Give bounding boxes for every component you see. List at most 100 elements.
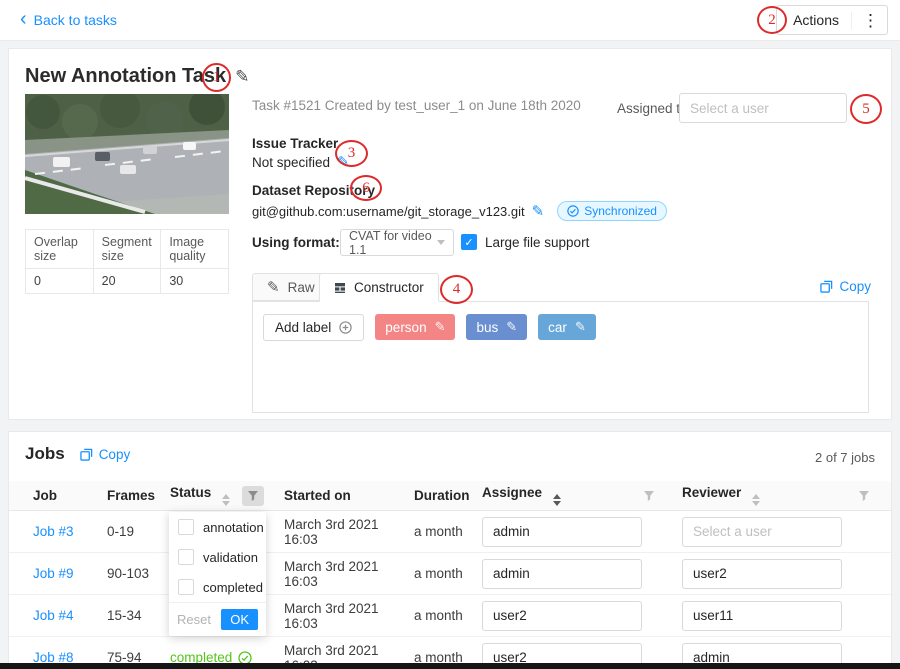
task-title-row: New Annotation Task ✎ [25,65,249,88]
add-label-button[interactable]: Add label [263,314,364,341]
job-link[interactable]: Job #9 [33,566,74,581]
edit-repository-icon[interactable]: ✎ [532,204,545,219]
status-filter-icon[interactable] [242,486,264,506]
duration-cell: a month [406,553,474,595]
tab-constructor-label: Constructor [354,280,424,295]
col-header-reviewer[interactable]: Reviewer [674,481,891,511]
filter-option-completed[interactable]: completed [169,572,266,602]
more-vertical-icon[interactable]: ⋮ [851,12,879,29]
filter-option-annotation[interactable]: annotation [169,512,266,542]
sync-status-text: Synchronized [584,204,657,218]
filter-reset-button[interactable]: Reset [177,612,211,627]
edit-label-car-icon[interactable]: ✎ [575,319,586,335]
col-header-started: Started on [276,481,406,511]
label-name-person: person [385,320,426,335]
pencil-icon: ✎ [267,280,280,295]
edit-label-bus-icon[interactable]: ✎ [506,319,517,335]
road-photo-illustration [25,94,229,214]
job-reviewer-input[interactable] [682,559,842,589]
job-link[interactable]: Job #4 [33,608,74,623]
tab-raw-label: Raw [288,280,315,295]
frames-cell: 90-103 [99,553,162,595]
task-details-card: New Annotation Task ✎ [8,48,892,420]
jobs-header: Jobs Copy [25,444,130,464]
job-row: Job #9 90-103 March 3rd 2021 16:03 a mon… [9,553,891,595]
large-file-checkbox[interactable]: ✓ [461,234,477,250]
param-value-overlap: 0 [26,269,94,294]
job-assignee-input[interactable] [482,559,642,589]
job-reviewer-input[interactable] [682,517,842,547]
filter-ok-button[interactable]: OK [221,609,258,630]
label-name-bus: bus [476,320,498,335]
col-header-job: Job [9,481,99,511]
task-params-table: Overlap size Segment size Image quality … [25,229,229,294]
copy-icon [820,280,833,293]
filter-option-validation[interactable]: validation [169,542,266,572]
sort-icon[interactable] [553,494,561,506]
issue-tracker-label: Issue Tracker [252,136,338,151]
duration-cell: a month [406,595,474,637]
tab-constructor[interactable]: Constructor [319,273,439,302]
started-cell: March 3rd 2021 16:03 [276,511,406,553]
started-cell: March 3rd 2021 16:03 [276,595,406,637]
dataset-repository-label: Dataset Repository [252,183,375,198]
checkbox-icon[interactable] [178,519,194,535]
task-assignee-select[interactable] [679,93,847,123]
jobs-table-header-row: Job Frames Status Started on Duration As… [9,481,891,511]
duration-cell: a month [406,511,474,553]
cvat-task-page: ‹ Back to tasks Actions ⋮ New Annotation… [0,0,900,669]
label-chip-car[interactable]: car ✎ [538,314,596,340]
col-header-assignee[interactable]: Assignee [474,481,674,511]
job-assignee-input[interactable] [482,601,642,631]
job-link[interactable]: Job #3 [33,524,74,539]
copy-labels-button[interactable]: Copy [820,279,871,294]
using-format-label: Using format: [252,235,340,250]
repository-url: git@github.com:username/git_storage_v123… [252,204,525,219]
started-cell: March 3rd 2021 16:03 [276,553,406,595]
job-row: Job #3 0-19 March 3rd 2021 16:03 a month [9,511,891,553]
bottom-edge [0,663,900,669]
issue-tracker-text: Not specified [252,155,330,170]
plus-circle-icon [339,321,352,334]
copy-icon [80,448,93,461]
label-chip-person[interactable]: person ✎ [375,314,455,340]
param-value-segment: 20 [93,269,161,294]
copy-jobs-button[interactable]: Copy [80,447,131,462]
chevron-left-icon: ‹ [20,9,27,29]
edit-task-name-icon[interactable]: ✎ [235,68,249,85]
frames-cell: 15-34 [99,595,162,637]
col-header-status[interactable]: Status [162,481,276,511]
task-meta: Task #1521 Created by test_user_1 on Jun… [252,98,581,113]
assignee-filter-icon[interactable] [638,486,660,506]
status-filter-dropdown: annotation validation completed Reset OK [169,512,266,636]
dataset-repository-row: git@github.com:username/git_storage_v123… [252,201,667,221]
format-value: CVAT for video 1.1 [349,229,437,257]
checkbox-icon[interactable] [178,549,194,565]
reviewer-filter-icon[interactable] [853,486,875,506]
tab-raw[interactable]: ✎ Raw [252,273,330,301]
add-label-text: Add label [275,320,331,335]
job-assignee-input[interactable] [482,517,642,547]
label-name-car: car [548,320,567,335]
format-select[interactable]: CVAT for video 1.1 [340,229,454,256]
edit-label-person-icon[interactable]: ✎ [435,319,446,335]
edit-issue-tracker-icon[interactable]: ✎ [337,155,350,170]
label-chip-bus[interactable]: bus ✎ [466,314,527,340]
jobs-table: Job Frames Status Started on Duration As… [9,481,891,669]
back-to-tasks-link[interactable]: ‹ Back to tasks [20,11,117,29]
task-preview-image [25,94,229,214]
col-header-frames: Frames [99,481,162,511]
job-reviewer-input[interactable] [682,601,842,631]
filter-footer: Reset OK [169,602,266,636]
checkbox-icon[interactable] [178,579,194,595]
param-header-segment: Segment size [93,230,161,269]
large-file-label: Large file support [485,235,589,250]
jobs-title: Jobs [25,444,65,464]
sort-icon[interactable] [222,494,230,506]
sort-icon[interactable] [752,494,760,506]
job-row: Job #4 15-34 March 3rd 2021 16:03 a mont… [9,595,891,637]
assigned-to-label: Assigned to [617,101,688,116]
sync-status-badge: Synchronized [557,201,667,221]
actions-button[interactable]: Actions ⋮ [776,5,888,35]
back-label: Back to tasks [34,12,117,28]
